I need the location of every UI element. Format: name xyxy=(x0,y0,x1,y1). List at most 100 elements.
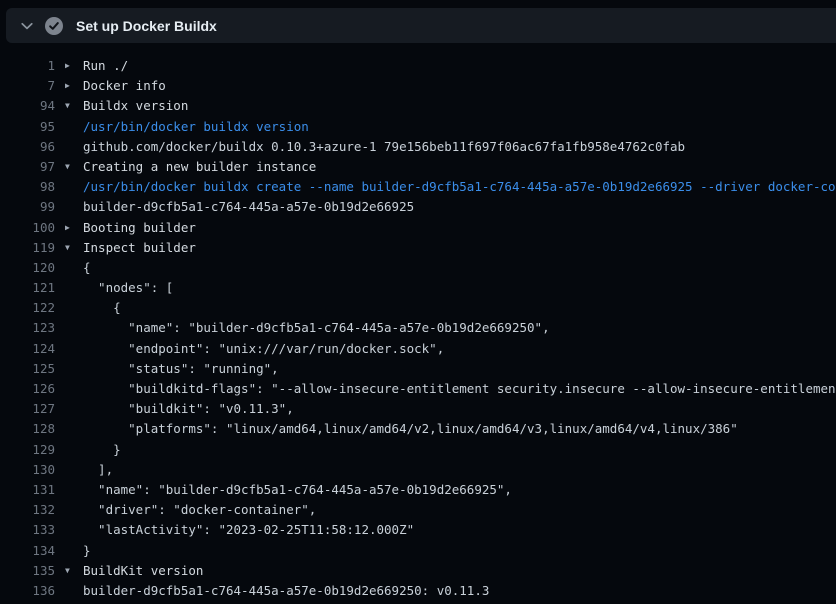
line-number[interactable]: 125 xyxy=(0,359,55,379)
log-text: "lastActivity": "2023-02-25T11:58:12.000… xyxy=(83,520,414,540)
log-text: builder-d9cfb5a1-c764-445a-a57e-0b19d2e6… xyxy=(83,197,414,217)
line-number[interactable]: 96 xyxy=(0,137,55,157)
log-line: 98/usr/bin/docker buildx create --name b… xyxy=(0,177,836,197)
log-text: /usr/bin/docker buildx version xyxy=(83,117,309,137)
marker-spacer xyxy=(55,419,83,439)
log-line: 129 } xyxy=(0,440,836,460)
line-number[interactable]: 122 xyxy=(0,298,55,318)
triangle-right-icon[interactable]: ▶ xyxy=(55,56,83,76)
log-text: "driver": "docker-container", xyxy=(83,500,316,520)
log-group-line[interactable]: 7▶Docker info xyxy=(0,76,836,96)
line-number[interactable]: 128 xyxy=(0,419,55,439)
line-number[interactable]: 7 xyxy=(0,76,55,96)
line-number[interactable]: 127 xyxy=(0,399,55,419)
log-line: 128 "platforms": "linux/amd64,linux/amd6… xyxy=(0,419,836,439)
line-number[interactable]: 129 xyxy=(0,440,55,460)
log-group-line[interactable]: 97▼Creating a new builder instance xyxy=(0,157,836,177)
chevron-down-icon[interactable] xyxy=(18,17,36,35)
marker-spacer xyxy=(55,500,83,520)
log-text: } xyxy=(83,440,121,460)
marker-spacer xyxy=(55,440,83,460)
line-number[interactable]: 94 xyxy=(0,96,55,116)
log-line: 136 builder-d9cfb5a1-c764-445a-a57e-0b19d… xyxy=(0,581,836,601)
line-number[interactable]: 135 xyxy=(0,561,55,581)
log-group-title: Booting builder xyxy=(83,218,196,238)
log-line: 134} xyxy=(0,541,836,561)
marker-spacer xyxy=(55,379,83,399)
line-number[interactable]: 121 xyxy=(0,278,55,298)
triangle-right-icon[interactable]: ▶ xyxy=(55,218,83,238)
log-group-title: Run ./ xyxy=(83,56,128,76)
line-number[interactable]: 126 xyxy=(0,379,55,399)
line-number[interactable]: 130 xyxy=(0,460,55,480)
marker-spacer xyxy=(55,460,83,480)
marker-spacer xyxy=(55,117,83,137)
log-lines: 1▶Run ./7▶Docker info94▼Buildx version95… xyxy=(0,43,836,604)
triangle-down-icon[interactable]: ▼ xyxy=(55,157,83,177)
log-text: builder-d9cfb5a1-c764-445a-a57e-0b19d2e6… xyxy=(83,581,489,601)
marker-spacer xyxy=(55,258,83,278)
log-line: 126 "buildkitd-flags": "--allow-insecure… xyxy=(0,379,836,399)
line-number[interactable]: 95 xyxy=(0,117,55,137)
step-header[interactable]: Set up Docker Buildx xyxy=(6,8,836,43)
line-number[interactable]: 131 xyxy=(0,480,55,500)
triangle-right-icon[interactable]: ▶ xyxy=(55,76,83,96)
log-text: "name": "builder-d9cfb5a1-c764-445a-a57e… xyxy=(83,480,512,500)
log-group-title: Inspect builder xyxy=(83,238,196,258)
line-number[interactable]: 1 xyxy=(0,56,55,76)
triangle-down-icon[interactable]: ▼ xyxy=(55,238,83,258)
log-line: 95/usr/bin/docker buildx version xyxy=(0,117,836,137)
log-group-title: Docker info xyxy=(83,76,166,96)
log-text: "buildkit": "v0.11.3", xyxy=(83,399,294,419)
log-group-title: Creating a new builder instance xyxy=(83,157,316,177)
log-line: 130 ], xyxy=(0,460,836,480)
log-line: 96github.com/docker/buildx 0.10.3+azure-… xyxy=(0,137,836,157)
log-line: 99 builder-d9cfb5a1-c764-445a-a57e-0b19d2… xyxy=(0,197,836,217)
marker-spacer xyxy=(55,399,83,419)
check-circle-icon xyxy=(45,17,63,35)
line-number[interactable]: 132 xyxy=(0,500,55,520)
log-line: 133 "lastActivity": "2023-02-25T11:58:12… xyxy=(0,520,836,540)
log-line: 124 "endpoint": "unix:///var/run/docker.… xyxy=(0,339,836,359)
triangle-down-icon[interactable]: ▼ xyxy=(55,96,83,116)
line-number[interactable]: 119 xyxy=(0,238,55,258)
log-line: 131 "name": "builder-d9cfb5a1-c764-445a-… xyxy=(0,480,836,500)
line-number[interactable]: 124 xyxy=(0,339,55,359)
log-group-line[interactable]: 119▼Inspect builder xyxy=(0,238,836,258)
triangle-down-icon[interactable]: ▼ xyxy=(55,561,83,581)
log-text: { xyxy=(83,298,121,318)
log-text: "platforms": "linux/amd64,linux/amd64/v2… xyxy=(83,419,738,439)
line-number[interactable]: 120 xyxy=(0,258,55,278)
log-group-line[interactable]: 94▼Buildx version xyxy=(0,96,836,116)
line-number[interactable]: 99 xyxy=(0,197,55,217)
marker-spacer xyxy=(55,278,83,298)
log-line: 121 "nodes": [ xyxy=(0,278,836,298)
line-number[interactable]: 133 xyxy=(0,520,55,540)
marker-spacer xyxy=(55,137,83,157)
log-line: 127 "buildkit": "v0.11.3", xyxy=(0,399,836,419)
marker-spacer xyxy=(55,359,83,379)
log-group-line[interactable]: 135▼BuildKit version xyxy=(0,561,836,581)
line-number[interactable]: 97 xyxy=(0,157,55,177)
line-number[interactable]: 136 xyxy=(0,581,55,601)
log-line: 122 { xyxy=(0,298,836,318)
log-text: "endpoint": "unix:///var/run/docker.sock… xyxy=(83,339,444,359)
marker-spacer xyxy=(55,480,83,500)
log-line: 125 "status": "running", xyxy=(0,359,836,379)
log-line: 120 { xyxy=(0,258,836,278)
marker-spacer xyxy=(55,541,83,561)
log-line: 132 "driver": "docker-container", xyxy=(0,500,836,520)
line-number[interactable]: 123 xyxy=(0,318,55,338)
log-text: /usr/bin/docker buildx create --name bui… xyxy=(83,177,836,197)
line-number[interactable]: 134 xyxy=(0,541,55,561)
marker-spacer xyxy=(55,177,83,197)
line-number[interactable]: 100 xyxy=(0,218,55,238)
log-text: { xyxy=(83,258,91,278)
log-group-title: Buildx version xyxy=(83,96,188,116)
log-group-title: BuildKit version xyxy=(83,561,203,581)
log-text: "name": "builder-d9cfb5a1-c764-445a-a57e… xyxy=(83,318,550,338)
log-text: ], xyxy=(83,460,113,480)
log-group-line[interactable]: 100▶Booting builder xyxy=(0,218,836,238)
log-group-line[interactable]: 1▶Run ./ xyxy=(0,56,836,76)
line-number[interactable]: 98 xyxy=(0,177,55,197)
